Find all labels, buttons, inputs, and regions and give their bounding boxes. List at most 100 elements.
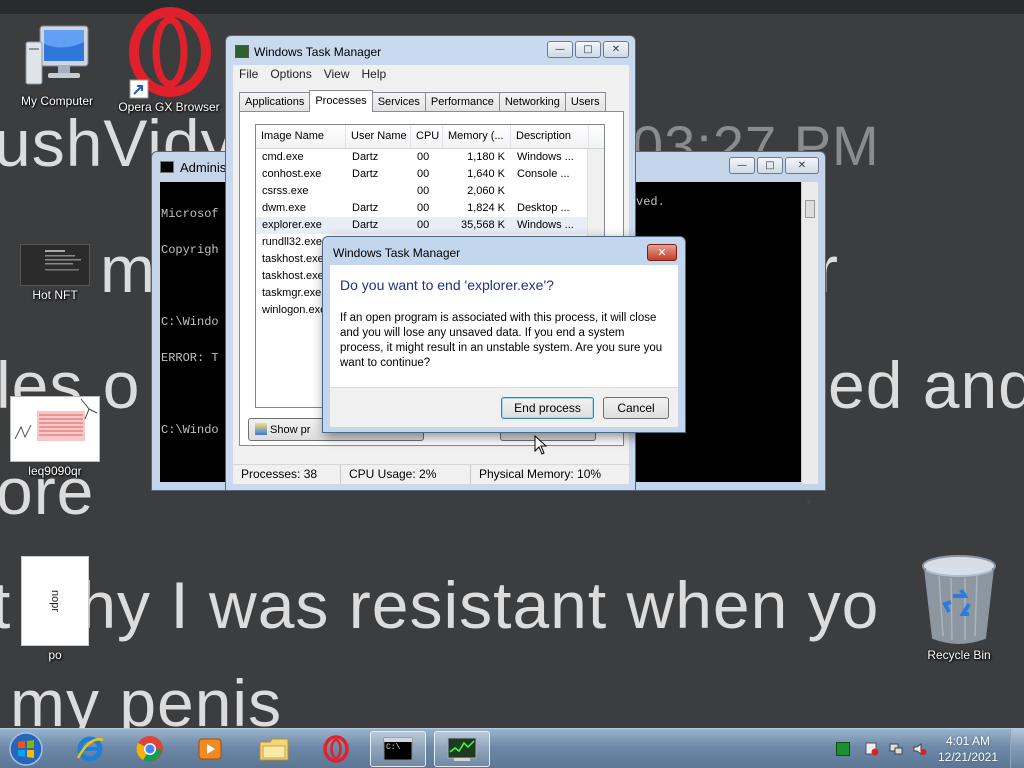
wallpaper-text-5: ed and — [828, 348, 1024, 422]
console-app-icon — [160, 161, 174, 173]
menu-bar: File Options View Help — [233, 65, 629, 84]
show-desktop-button[interactable] — [1010, 729, 1024, 768]
document-thumbnail-icon — [20, 244, 90, 286]
process-image-name: csrss.exe — [262, 185, 309, 197]
process-description: Windows ... — [517, 151, 574, 163]
desktop-icon-leq9090qr[interactable]: leq9090qr — [0, 396, 110, 478]
clock-time: 4:01 AM — [945, 734, 991, 748]
wallpaper-text-7: t why I was resistant when yo — [0, 568, 880, 642]
column-header-memory[interactable]: Memory (... — [443, 125, 511, 148]
taskbar-file-explorer[interactable] — [246, 731, 302, 767]
end-process-dialog[interactable]: Windows Task Manager ✕ Do you want to en… — [322, 236, 686, 433]
desktop-icon-my-computer[interactable]: My Computer — [2, 22, 112, 108]
table-row[interactable]: dwm.exe Dartz 00 1,824 K Desktop ... — [256, 200, 604, 217]
image-thumbnail-icon — [10, 396, 100, 462]
process-description: Windows ... — [517, 219, 574, 231]
wallpaper-text-8: my penis — [10, 666, 283, 728]
dialog-heading: Do you want to end 'explorer.exe'? — [340, 277, 554, 293]
tab-processes[interactable]: Processes — [309, 90, 373, 112]
taskbar-chrome[interactable] — [122, 731, 178, 767]
taskbar-media-player[interactable] — [182, 731, 238, 767]
action-center-icon[interactable] — [865, 742, 879, 756]
computer-icon — [22, 22, 92, 92]
process-image-name: dwm.exe — [262, 202, 307, 214]
close-button[interactable]: ✕ — [785, 157, 819, 174]
menu-view[interactable]: View — [318, 65, 356, 84]
green-status-icon[interactable] — [836, 742, 850, 756]
table-row[interactable]: conhost.exe Dartz 00 1,640 K Console ... — [256, 166, 604, 183]
taskbar-command-prompt[interactable]: C:\ — [370, 731, 426, 767]
desktop-icon-recycle-bin[interactable]: Recycle Bin — [904, 552, 1014, 662]
windows-start-icon — [9, 732, 43, 766]
table-row[interactable]: explorer.exe Dartz 00 35,568 K Windows ... — [256, 217, 604, 234]
scroll-thumb[interactable] — [805, 200, 815, 218]
status-cpu-usage: CPU Usage: 2% — [341, 465, 471, 484]
task-manager-icon — [447, 737, 477, 761]
process-list-header: Image Name User Name CPU Memory (... Des… — [256, 125, 604, 149]
process-user-name: Dartz — [352, 151, 379, 163]
tab-services[interactable]: Services — [371, 92, 426, 111]
internet-explorer-icon — [76, 736, 104, 762]
scroll-down-arrow-icon[interactable]: ▼ — [806, 498, 812, 507]
column-header-user-name[interactable]: User Name — [346, 125, 411, 148]
taskbar-internet-explorer[interactable] — [62, 731, 118, 767]
table-row[interactable]: csrss.exe 00 2,060 K — [256, 183, 604, 200]
process-memory: 2,060 K — [467, 185, 505, 197]
end-process-button[interactable]: End process — [501, 397, 594, 419]
network-icon[interactable] — [889, 742, 903, 756]
dialog-footer: End process Cancel — [330, 387, 678, 427]
start-button[interactable] — [0, 731, 52, 767]
process-cpu: 00 — [417, 202, 430, 214]
clock-date: 12/21/2021 — [937, 750, 999, 764]
minimize-button[interactable]: — — [729, 157, 755, 174]
process-description: Desktop ... — [517, 202, 570, 214]
tab-networking[interactable]: Networking — [498, 92, 566, 111]
table-row[interactable]: cmd.exe Dartz 00 1,180 K Windows ... — [256, 149, 604, 166]
tab-applications[interactable]: Applications — [239, 92, 311, 111]
process-memory: 1,180 K — [467, 151, 505, 163]
document-thumbnail-icon: nopr — [21, 556, 89, 646]
show-processes-label: Show pr — [270, 424, 311, 436]
maximize-button[interactable]: □ — [757, 157, 783, 174]
dialog-close-button[interactable]: ✕ — [647, 244, 677, 261]
process-cpu: 00 — [417, 219, 430, 231]
tab-performance[interactable]: Performance — [424, 92, 500, 111]
command-prompt-glyph: C:\ — [386, 743, 401, 752]
console-scrollbar[interactable]: ▼ — [801, 182, 818, 507]
shield-icon — [255, 423, 267, 435]
menu-options[interactable]: Options — [264, 65, 317, 84]
process-cpu: 00 — [417, 168, 430, 180]
process-cpu: 00 — [417, 185, 430, 197]
cancel-button[interactable]: Cancel — [603, 397, 669, 419]
process-memory: 1,640 K — [467, 168, 505, 180]
menu-help[interactable]: Help — [356, 65, 393, 84]
maximize-button[interactable]: □ — [575, 41, 601, 58]
process-user-name: Dartz — [352, 219, 379, 231]
taskbar-task-manager[interactable] — [434, 731, 490, 767]
tab-users[interactable]: Users — [564, 92, 606, 111]
process-description — [511, 183, 591, 200]
close-button[interactable]: ✕ — [603, 41, 629, 58]
volume-muted-icon[interactable] — [913, 742, 927, 756]
process-image-name: conhost.exe — [262, 168, 322, 180]
menu-file[interactable]: File — [233, 65, 264, 84]
taskbar-opera-gx[interactable] — [308, 731, 364, 767]
desktop-icon-opera-gx[interactable]: Opera GX Browser — [114, 6, 224, 114]
console-line-fragment: ved. — [636, 195, 665, 209]
mouse-cursor-icon — [534, 435, 548, 455]
system-clock[interactable]: 4:01 AM 12/21/2021 — [932, 733, 1004, 765]
process-image-name: explorer.exe — [262, 219, 322, 231]
desktop-icon-po[interactable]: nopr po — [0, 556, 110, 662]
task-manager-title: Windows Task Manager — [254, 45, 382, 59]
recycle-bin-icon — [919, 552, 999, 646]
column-header-description[interactable]: Description — [511, 125, 589, 148]
column-header-image-name[interactable]: Image Name — [256, 125, 346, 148]
process-user-name: Dartz — [352, 202, 379, 214]
console-title: Adminis — [180, 160, 227, 175]
column-header-cpu[interactable]: CPU — [411, 125, 443, 148]
console-caption-buttons: — □ ✕ — [729, 157, 819, 174]
process-description: Console ... — [517, 168, 570, 180]
tab-strip: Applications Processes Services Performa… — [239, 90, 606, 112]
desktop-icon-hot-nft[interactable]: Hot NFT — [0, 244, 110, 302]
minimize-button[interactable]: — — [547, 41, 573, 58]
